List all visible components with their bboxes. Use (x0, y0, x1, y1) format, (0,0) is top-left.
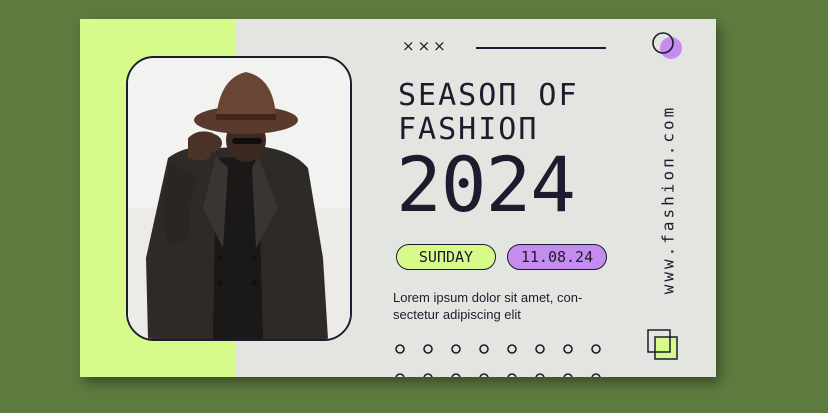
circle-decoration-icon (652, 32, 682, 59)
headline: SEASOП OF FASHIOП (398, 79, 579, 147)
description: Lorem ipsum dolor sit amet, con- sectetu… (393, 289, 613, 323)
website-text: www.fashioп.com (658, 104, 678, 295)
model-illustration (128, 58, 350, 339)
dot-grid-decoration (395, 344, 601, 377)
headline-line-1: SEASOП OF (398, 78, 579, 113)
divider-line (476, 47, 606, 49)
x-marks-decoration: ××× (402, 37, 449, 55)
flyer-card: ××× SEASOП OF FASHIOП 2024 SUПDAY 11.08.… (80, 19, 716, 377)
year-text: 2024 (396, 140, 576, 229)
day-badge: SUПDAY (396, 244, 496, 270)
model-photo (126, 56, 352, 341)
date-badge: 11.08.24 (507, 244, 607, 270)
description-line-2: sectetur adipiscing elit (393, 307, 521, 322)
overlapping-squares-icon (647, 329, 678, 360)
description-line-1: Lorem ipsum dolor sit amet, con- (393, 290, 583, 305)
